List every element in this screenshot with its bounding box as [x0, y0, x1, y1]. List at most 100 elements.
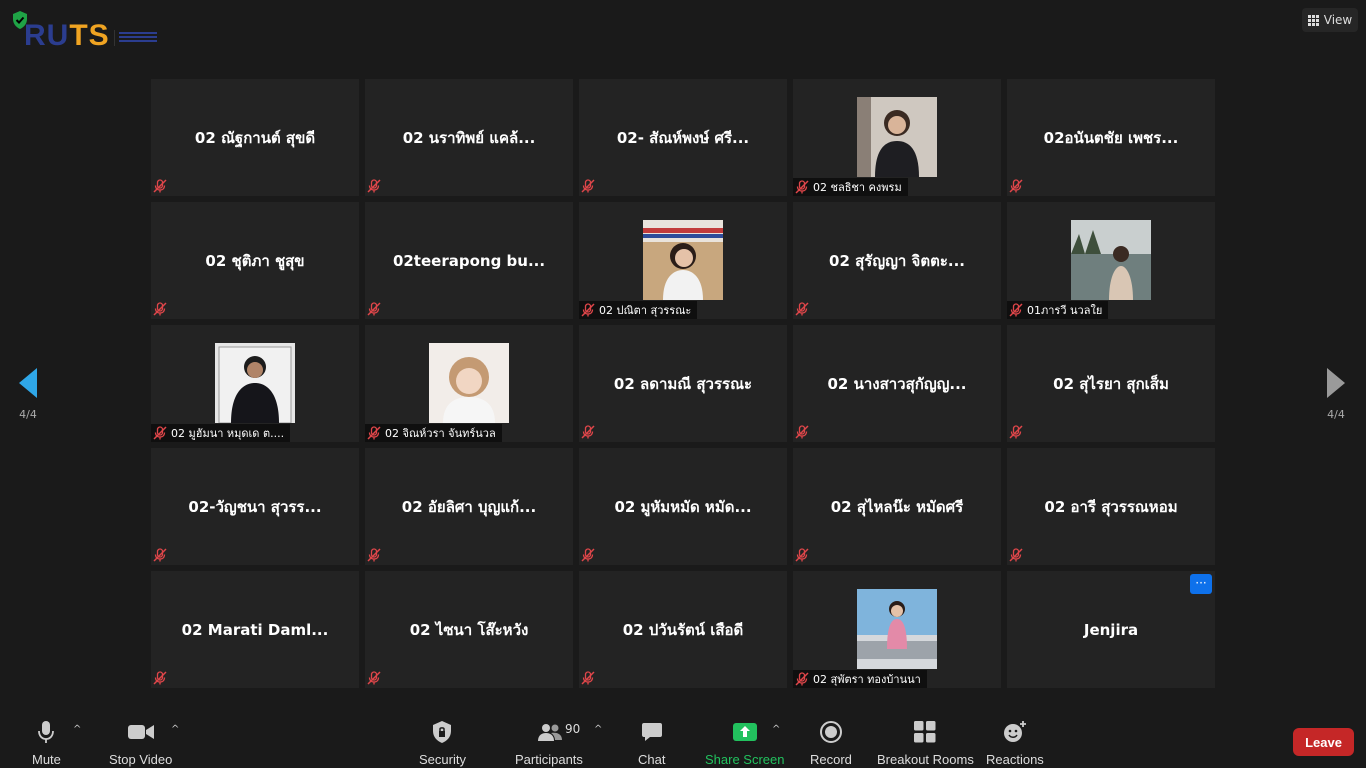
share-screen-icon — [732, 723, 757, 741]
participant-tile[interactable]: 01ภารวี นวลใย — [1007, 202, 1215, 319]
security-icon — [433, 721, 452, 743]
participant-name: 02 สุไรยา สุกเส็ม — [1053, 374, 1169, 393]
participant-tile[interactable]: 02 นราทิพย์ แคล้... — [365, 79, 573, 196]
participant-name: 02 ณัฐกานต์ สุขดี — [194, 128, 316, 147]
participant-name-label: 02 ปณิตา สุวรรณะ — [579, 301, 698, 319]
muted-microphone-icon — [367, 671, 381, 685]
mute-indicator — [795, 546, 809, 564]
participant-tile[interactable]: 02 อารี สุวรรณหอม — [1007, 448, 1215, 565]
participant-name: 01ภารวี นวลใย — [1027, 304, 1103, 317]
participant-tile[interactable]: 02 อัยลิศา บุญแก้... — [365, 448, 573, 565]
participant-video-thumbnail — [429, 343, 509, 423]
more-options-button[interactable]: ··· — [1190, 574, 1212, 594]
mute-indicator — [153, 546, 167, 564]
participant-name: 02 ลดามณี สุวรรณะ — [613, 374, 753, 393]
muted-microphone-icon — [153, 179, 167, 193]
participant-tile[interactable]: 02 มูหัมหมัด หมัด... — [579, 448, 787, 565]
participant-name: 02 ไซนา โส๊ะหวัง — [409, 620, 529, 639]
stop-video-label: Stop Video — [109, 752, 173, 767]
logo-subtitle-graphic — [114, 30, 161, 46]
chat-button[interactable]: Chat — [638, 720, 665, 767]
audio-options-caret[interactable]: ^ — [73, 724, 81, 735]
meeting-toolbar: Mute ^ Stop Video ^ Security 90 Particip… — [0, 712, 1366, 768]
participant-video-thumbnail — [215, 343, 295, 423]
participant-name: Jenjira — [1083, 620, 1139, 639]
breakout-rooms-button[interactable]: Breakout Rooms — [877, 720, 974, 767]
participant-tile[interactable]: 02 สุรัญญา จิตตะ... — [793, 202, 1001, 319]
muted-microphone-icon — [1009, 425, 1023, 439]
muted-microphone-icon — [795, 548, 809, 562]
muted-microphone-icon — [367, 302, 381, 316]
participant-name: 02 สุรัญญา จิตตะ... — [829, 251, 965, 270]
participants-options-caret[interactable]: ^ — [594, 724, 602, 735]
participant-tile[interactable]: 02 นางสาวสุกัญญ... — [793, 325, 1001, 442]
participant-tile[interactable]: 02 ชุติภา ชูสุข — [151, 202, 359, 319]
muted-microphone-icon — [581, 425, 595, 439]
leave-button[interactable]: Leave — [1293, 728, 1354, 756]
participants-button[interactable]: 90 Participants — [515, 720, 583, 767]
mute-indicator — [1009, 177, 1023, 195]
participant-video-thumbnail — [857, 97, 937, 177]
muted-microphone-icon — [153, 671, 167, 685]
participant-tile[interactable]: 02-วัญชนา สุวรร... — [151, 448, 359, 565]
previous-page-button[interactable]: 4/4 — [18, 368, 38, 421]
mute-label: Mute — [32, 752, 61, 767]
participant-tile[interactable]: 02teerapong bu... — [365, 202, 573, 319]
breakout-rooms-icon — [914, 721, 936, 743]
mute-indicator — [153, 669, 167, 687]
ruts-logo: RUTS — [24, 19, 110, 52]
participant-tile[interactable]: 02 ปวันรัตน์ เสือดี — [579, 571, 787, 688]
mute-indicator — [581, 423, 595, 441]
participant-tile[interactable]: 02 ไซนา โส๊ะหวัง — [365, 571, 573, 688]
participant-tile[interactable]: 02 จิณห์วรา จันทร์นวล — [365, 325, 573, 442]
participant-tile[interactable]: 02อนันตชัย เพชร... — [1007, 79, 1215, 196]
muted-microphone-icon — [795, 425, 809, 439]
participant-name-label: 02 มูฮัมนา หมุดเด ต.... — [151, 424, 291, 442]
grid-view-icon — [1307, 14, 1319, 26]
record-button[interactable]: Record — [810, 720, 852, 767]
participant-video-thumbnail — [643, 220, 723, 300]
participant-name: 02- สัณห์พงษ์ ศรี... — [616, 128, 750, 147]
reactions-button[interactable]: Reactions — [986, 720, 1044, 767]
microphone-icon — [38, 721, 55, 743]
next-page-button[interactable]: 4/4 — [1324, 368, 1348, 421]
participants-label: Participants — [515, 752, 583, 767]
security-button[interactable]: Security — [419, 720, 466, 767]
participant-name: 02 ชลธิชา คงพรม — [813, 181, 902, 194]
participant-tile[interactable]: 02 ชลธิชา คงพรม — [793, 79, 1001, 196]
mute-button[interactable]: Mute — [32, 720, 61, 767]
muted-microphone-icon — [581, 179, 595, 193]
participant-name: 02 ชุติภา ชูสุข — [205, 251, 305, 270]
share-options-caret[interactable]: ^ — [772, 724, 780, 735]
stop-video-button[interactable]: Stop Video — [109, 720, 172, 767]
participant-name: 02 มูฮัมนา หมุดเด ต.... — [171, 427, 285, 440]
participant-name: 02-วัญชนา สุวรร... — [188, 497, 322, 516]
participant-tile[interactable]: 02- สัณห์พงษ์ ศรี... — [579, 79, 787, 196]
participant-tile[interactable]: 02 สุพัตรา ทองบ้านนา — [793, 571, 1001, 688]
participant-name: 02 สุไหลน๊ะ หมัดศรี — [830, 497, 964, 516]
participant-name: 02 Marati Daml... — [181, 620, 329, 639]
participant-tile[interactable]: Jenjira ··· — [1007, 571, 1215, 688]
participant-tile[interactable]: 02 ลดามณี สุวรรณะ — [579, 325, 787, 442]
record-label: Record — [810, 752, 852, 767]
participant-tile[interactable]: 02 มูฮัมนา หมุดเด ต.... — [151, 325, 359, 442]
participant-tile[interactable]: 02 Marati Daml... — [151, 571, 359, 688]
participant-name-label: 02 สุพัตรา ทองบ้านนา — [793, 670, 927, 688]
view-button[interactable]: View — [1302, 8, 1358, 32]
participant-name: 02 จิณห์วรา จันทร์นวล — [385, 427, 496, 440]
participant-name: 02 มูหัมหมัด หมัด... — [614, 497, 752, 516]
view-label: View — [1323, 13, 1353, 27]
video-options-caret[interactable]: ^ — [171, 724, 179, 735]
participant-tile[interactable]: 02 สุไหลน๊ะ หมัดศรี — [793, 448, 1001, 565]
participant-tile[interactable]: 02 สุไรยา สุกเส็ม — [1007, 325, 1215, 442]
muted-microphone-icon — [581, 303, 595, 317]
participant-tile[interactable]: 02 ปณิตา สุวรรณะ — [579, 202, 787, 319]
arrow-right-icon — [1327, 368, 1345, 398]
muted-microphone-icon — [367, 179, 381, 193]
participant-tile[interactable]: 02 ณัฐกานต์ สุขดี — [151, 79, 359, 196]
muted-microphone-icon — [795, 302, 809, 316]
participant-name: 02 สุพัตรา ทองบ้านนา — [813, 673, 921, 686]
mute-indicator — [367, 177, 381, 195]
page-indicator-right: 4/4 — [1327, 408, 1345, 421]
record-icon — [819, 721, 842, 743]
